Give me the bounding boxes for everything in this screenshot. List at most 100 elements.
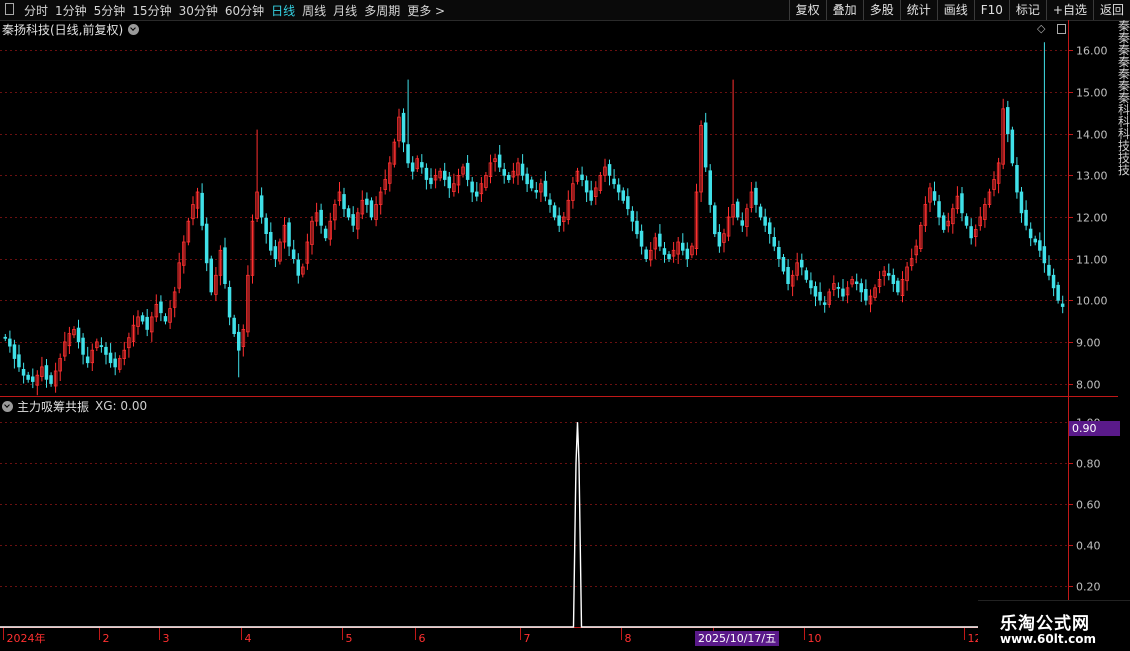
candle-body (887, 273, 891, 276)
candle-body (429, 177, 433, 185)
candle-body (800, 259, 804, 268)
candle-body (44, 365, 49, 380)
candle-body (17, 354, 21, 368)
candle-body (932, 191, 937, 201)
candle-body (49, 375, 53, 384)
candle-body (506, 174, 511, 180)
candle-body (470, 181, 474, 193)
candle-body (365, 198, 369, 205)
candle-body (209, 258, 213, 293)
candle-body (786, 266, 790, 284)
x-tick-label: 6 (419, 632, 426, 645)
candle-body (836, 286, 841, 289)
candle-body (681, 242, 685, 251)
candle-body (323, 228, 328, 239)
candle-body (548, 199, 552, 205)
candle-body (1038, 240, 1042, 251)
candle-body (841, 288, 845, 297)
candle-body (804, 270, 809, 280)
candle-body (529, 179, 534, 189)
indicator-dropdown-icon[interactable] (2, 400, 13, 412)
indicator-title[interactable]: 主力吸筹共振 XG: 0.00 (2, 398, 147, 414)
candle-body (236, 331, 241, 351)
candle-body (474, 191, 479, 197)
candle-body (232, 317, 236, 335)
candle-body (768, 222, 772, 235)
candle-body (607, 164, 612, 176)
candle-body (1010, 129, 1015, 164)
price-tick-label: 16.00 (1076, 45, 1108, 58)
candle-body (420, 162, 424, 168)
candle-body (754, 187, 758, 205)
brand-url: www.60lt.com (1000, 632, 1097, 646)
candle-body (200, 192, 204, 226)
candle-body (534, 189, 539, 193)
date-cursor-label: 2025/10/17/五 (695, 631, 780, 646)
candle-body (960, 193, 964, 214)
candle-body (140, 315, 145, 322)
candle-body (1042, 246, 1047, 264)
candle-body (859, 283, 864, 293)
candle-body (612, 178, 616, 185)
price-tick-label: 10.00 (1076, 295, 1108, 308)
brand-name: 乐淘公式网 (1000, 614, 1090, 634)
candle-body (630, 210, 635, 222)
price-tick-label: 15.00 (1076, 87, 1108, 100)
candle-body (1006, 107, 1010, 135)
candle-body (99, 345, 104, 348)
candle-body (557, 215, 561, 226)
x-tick-label: 7 (524, 632, 531, 645)
candle-body (369, 200, 374, 218)
candle-body (502, 169, 506, 176)
candle-body (735, 201, 740, 218)
indicator-name: 主力吸筹共振 (17, 399, 90, 414)
candle-body (969, 226, 973, 239)
candle-body (552, 205, 557, 218)
candle-body (543, 180, 548, 197)
candle-body (442, 170, 447, 180)
candle-body (342, 194, 346, 210)
candle-body (346, 208, 351, 218)
candle-body (1028, 228, 1033, 239)
candle-body (12, 344, 17, 359)
candle-body (854, 281, 859, 284)
candle-body (740, 220, 745, 226)
candle-body (3, 336, 8, 339)
candle-body (223, 247, 227, 285)
candle-body (465, 162, 470, 180)
candle-body (635, 220, 639, 235)
candle-body (296, 259, 300, 276)
candle-body (104, 346, 108, 355)
candle-body (589, 190, 593, 201)
candle-body (108, 352, 113, 364)
candle-body (268, 231, 273, 251)
candle-body (520, 163, 525, 176)
candle-body (584, 180, 589, 193)
candle-body (822, 302, 827, 305)
candle-body (259, 195, 264, 218)
brand-watermark: 乐淘公式网 www.60lt.com (978, 600, 1130, 651)
candle-body (864, 288, 868, 301)
candle-body (273, 246, 278, 260)
candle-body (639, 230, 644, 247)
candle-body (1056, 284, 1060, 301)
indicator-highlight-value: 0.90 (1069, 421, 1120, 436)
candle-body (204, 223, 209, 264)
candle-body (937, 201, 941, 218)
candle-body (291, 249, 296, 259)
candle-body (616, 184, 621, 193)
candle-body (708, 170, 713, 205)
candle-body (113, 358, 117, 368)
candle-body (406, 144, 410, 164)
candle-body (26, 374, 30, 380)
price-chart: 8.00 9.00 10.00 11.00 12.00 13.00 14.00 15.00 16… (0, 20, 1118, 650)
candle-body (145, 316, 149, 330)
indicator-tick-label: 0.40 (1076, 540, 1101, 553)
candle-body (1024, 209, 1028, 226)
price-tick-label: 11.00 (1076, 254, 1108, 267)
candle-body (159, 301, 163, 314)
candle-body (896, 280, 900, 293)
candle-body (658, 233, 662, 247)
price-tick-label: 12.00 (1076, 212, 1108, 225)
candle-body (580, 174, 584, 180)
